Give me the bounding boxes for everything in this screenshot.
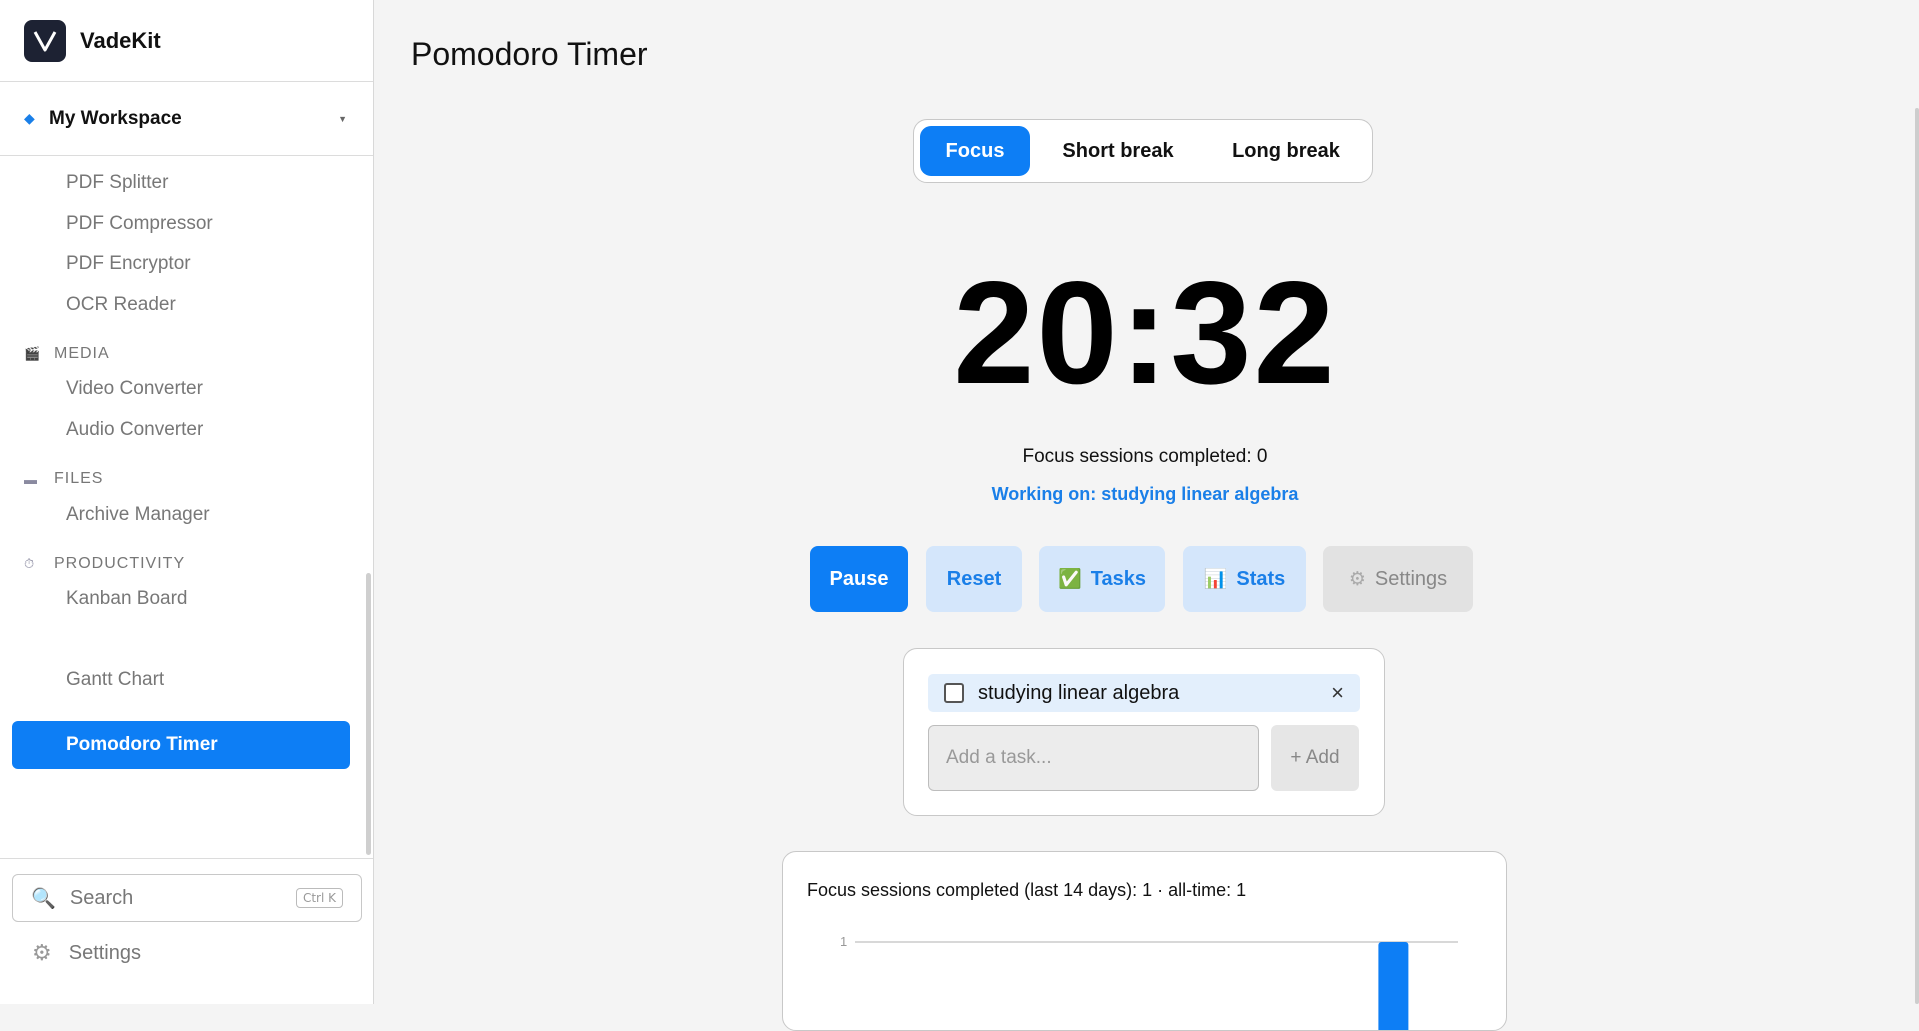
gear-icon: ⚙	[32, 940, 52, 965]
add-task-button[interactable]: + Add	[1271, 725, 1359, 791]
tab-long-break[interactable]: Long break	[1206, 126, 1366, 176]
stats-button[interactable]: 📊 Stats	[1183, 546, 1306, 612]
tasks-button[interactable]: ✅ Tasks	[1039, 546, 1165, 612]
page-title: Pomodoro Timer	[411, 36, 648, 72]
brand-logo	[24, 19, 66, 62]
sidebar-item-pdf-splitter[interactable]: PDF Splitter	[66, 172, 168, 194]
brand-name: VadeKit	[80, 27, 161, 53]
brand-header[interactable]: VadeKit	[0, 0, 373, 82]
workspace-name: My Workspace	[49, 107, 182, 129]
workspace-switcher[interactable]: ◆ My Workspace ▼	[0, 82, 373, 156]
sidebar-item-ocr-reader[interactable]: OCR Reader	[66, 294, 176, 316]
search-shortcut-hint: Ctrl K	[295, 888, 343, 908]
gear-icon: ⚙	[1348, 568, 1366, 590]
sessions-bar-chart: 1	[840, 934, 1458, 1030]
clapperboard-icon: 🎬	[24, 346, 42, 361]
bar-chart-icon: 📊	[1203, 569, 1228, 590]
check-box-icon: ✅	[1058, 569, 1082, 590]
y-tick-label: 1	[840, 934, 847, 949]
timer-display: 20:32	[953, 251, 1337, 414]
stopwatch-icon: ⏱	[24, 556, 36, 571]
sidebar-item-kanban-board[interactable]: Kanban Board	[66, 588, 188, 610]
add-task-input[interactable]: Add a task...	[928, 725, 1259, 791]
timer-settings-button[interactable]: ⚙ Settings	[1323, 546, 1473, 612]
sidebar-item-pdf-encryptor[interactable]: PDF Encryptor	[66, 253, 191, 275]
v-logo-icon	[33, 30, 57, 51]
sidebar-item-audio-converter[interactable]: Audio Converter	[66, 419, 203, 441]
sidebar-item-gantt-chart[interactable]: Gantt Chart	[66, 669, 164, 691]
task-item: studying linear algebra ×	[928, 674, 1360, 712]
section-header-media: 🎬 MEDIA	[24, 345, 110, 362]
sidebar-settings-link[interactable]: ⚙ Settings	[32, 940, 141, 966]
sessions-completed-text: Focus sessions completed: 0	[1022, 446, 1268, 467]
main-content: Pomodoro Timer Focus Short break Long br…	[375, 0, 1919, 1031]
main-scrollbar[interactable]	[1915, 108, 1919, 1004]
task-text: studying linear algebra	[978, 681, 1180, 704]
search-icon: 🔍	[31, 887, 56, 910]
sidebar-search[interactable]: 🔍 Search Ctrl K	[12, 874, 362, 922]
tab-short-break[interactable]: Short break	[1030, 126, 1206, 176]
sidebar-item-archive-manager[interactable]: Archive Manager	[66, 504, 210, 526]
tab-focus[interactable]: Focus	[920, 126, 1030, 176]
section-header-productivity: ⏱ PRODUCTIVITY	[24, 555, 186, 572]
sidebar-item-pomodoro-timer[interactable]: Pomodoro Timer	[12, 721, 350, 769]
reset-button[interactable]: Reset	[926, 546, 1022, 612]
current-task-text: Working on: studying linear algebra	[991, 484, 1299, 504]
pause-button[interactable]: Pause	[810, 546, 908, 612]
search-placeholder: Search	[69, 886, 134, 909]
sidebar: VadeKit ◆ My Workspace ▼ PDF Splitter PD…	[0, 0, 374, 1004]
section-header-files: ▬ FILES	[24, 470, 104, 487]
sidebar-scrollbar[interactable]	[366, 573, 371, 855]
folder-icon: ▬	[24, 471, 38, 487]
sidebar-nav: PDF Splitter PDF Compressor PDF Encrypto…	[0, 156, 373, 859]
close-icon[interactable]: ×	[1331, 680, 1344, 706]
stats-panel: Focus sessions completed (last 14 days):…	[782, 851, 1507, 1031]
timer-mode-tabs: Focus Short break Long break	[913, 119, 1373, 183]
chart-bar	[1378, 942, 1409, 1030]
sidebar-item-video-converter[interactable]: Video Converter	[66, 378, 203, 400]
sidebar-item-pdf-compressor[interactable]: PDF Compressor	[66, 213, 213, 235]
task-checkbox[interactable]	[944, 683, 964, 703]
diamond-icon: ◆	[24, 110, 35, 126]
tasks-panel: studying linear algebra × Add a task... …	[903, 648, 1385, 816]
chevron-down-icon: ▼	[338, 113, 347, 124]
